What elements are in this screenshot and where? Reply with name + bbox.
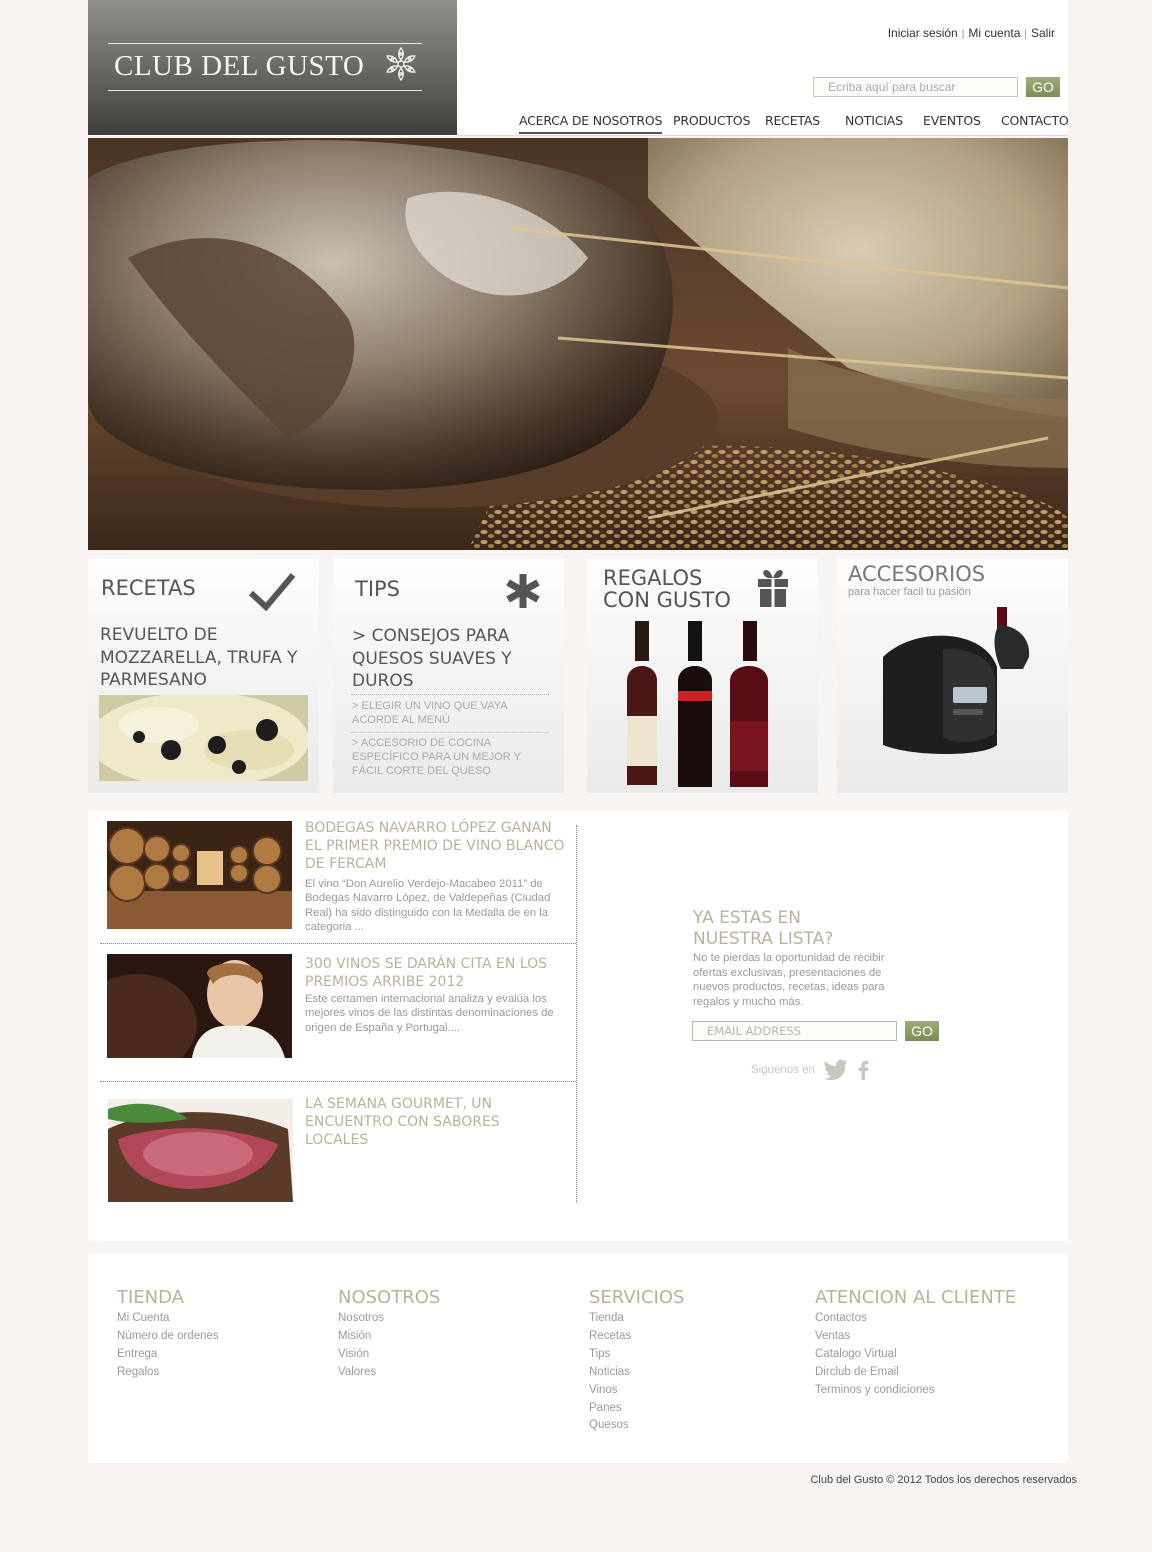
nav-item-acerca[interactable]: ACERCA DE NOSOTROS <box>519 113 662 134</box>
site-header: CLUB DEL GUSTO Iniciar sesión | Mi cuenta |… <box>88 0 1069 136</box>
nav-divider <box>457 135 1068 136</box>
recipe-photo <box>99 695 308 781</box>
checkmark-icon <box>248 573 296 611</box>
newsletter-body: No te pierdas la oportunidad de recibir … <box>693 952 885 1008</box>
site-footer: TIENDA Mi Cuenta Número de ordenes Entre… <box>88 1254 1068 1463</box>
footer-heading: TIENDA <box>117 1287 184 1308</box>
tips-headline[interactable]: > CONSEJOS PARA QUESOS SUAVES Y DUROS <box>352 625 552 693</box>
footer-link[interactable]: Contactos <box>815 1310 1016 1328</box>
footer-link[interactable]: Noticias <box>589 1364 684 1382</box>
footer-link[interactable]: Valores <box>338 1364 440 1382</box>
footer-column-servicios: SERVICIOS Tienda Recetas Tips Noticias V… <box>589 1288 684 1435</box>
card-recetas[interactable]: RECETAS REVUELTO DE MOZZARELLA, TRUFA Y … <box>88 559 319 793</box>
card-tips[interactable]: TIPS > CONSEJOS PARA QUESOS SUAVES Y DUR… <box>333 559 564 793</box>
news-divider <box>100 1081 576 1082</box>
card-title: RECETAS <box>101 576 196 600</box>
main-nav: ACERCA DE NOSOTROS PRODUCTOS RECETAS NOT… <box>519 113 1069 135</box>
nav-item-eventos[interactable]: EVENTOS <box>923 113 981 132</box>
news-image-barrels[interactable] <box>107 821 292 929</box>
login-link[interactable]: Iniciar sesión <box>888 26 958 40</box>
newsletter-title: YA ESTAS EN NUESTRA LISTA? <box>693 908 834 949</box>
search-button[interactable]: GO <box>1026 77 1060 97</box>
search-input[interactable] <box>813 77 1018 97</box>
footer-link[interactable]: Quesos <box>589 1417 684 1435</box>
news-section: BODEGAS NAVARRO LÓPEZ GANAN EL PRIMER PR… <box>88 811 1068 1241</box>
nav-item-noticias[interactable]: NOTICIAS <box>845 113 903 132</box>
footer-link[interactable]: Misión <box>338 1328 440 1346</box>
card-title-line1: REGALOS <box>603 566 703 590</box>
footer-link[interactable]: Vinos <box>589 1382 684 1400</box>
footer-link[interactable]: Número de ordenes <box>117 1328 219 1346</box>
footer-link[interactable]: Entrega <box>117 1346 219 1364</box>
news-body: El vino “Don Aurelio Verdejo-Macabeo 201… <box>305 878 551 933</box>
gift-icon <box>758 570 788 607</box>
hero-banner <box>88 138 1068 550</box>
footer-link[interactable]: Dirclub de Email <box>815 1364 1016 1382</box>
footer-column-atencion: ATENCION AL CLIENTE Contactos Ventas Cat… <box>815 1288 1016 1400</box>
footer-link[interactable]: Ventas <box>815 1328 1016 1346</box>
nav-item-productos[interactable]: PRODUCTOS <box>673 113 750 132</box>
card-title: ACCESORIOS <box>848 562 986 586</box>
footer-heading: ATENCION AL CLIENTE <box>815 1287 1017 1308</box>
news-title[interactable]: BODEGAS NAVARRO LÓPEZ GANAN EL PRIMER PR… <box>305 819 565 873</box>
tips-link-accesorio[interactable]: > ACCESORIO DE COCINA ESPECÍFICO PARA UN… <box>352 736 550 778</box>
footer-link[interactable]: Visión <box>338 1346 440 1364</box>
footer-link[interactable]: Tienda <box>589 1310 684 1328</box>
logo-rule-top <box>108 43 422 44</box>
user-links: Iniciar sesión | Mi cuenta | Salir <box>888 26 1055 40</box>
asterisk-icon <box>506 574 540 608</box>
card-title-line2: CON GUSTO <box>603 588 731 612</box>
footer-column-nosotros: NOSOTROS Nosotros Misión Visión Valores <box>338 1288 440 1382</box>
wine-bottles-photo <box>627 621 768 787</box>
email-input[interactable] <box>692 1021 897 1041</box>
footer-link[interactable]: Nosotros <box>338 1310 440 1328</box>
snowflake-icon <box>385 47 417 81</box>
subscribe-button[interactable]: GO <box>905 1021 939 1041</box>
card-regalos[interactable]: REGALOS CON GUSTO <box>587 559 818 793</box>
news-title[interactable]: 300 VINOS SE DARÁN CITA EN LOS PREMIOS A… <box>305 955 565 991</box>
footer-link[interactable]: Recetas <box>589 1328 684 1346</box>
twitter-icon[interactable] <box>823 1059 849 1081</box>
footer-heading: SERVICIOS <box>589 1287 685 1308</box>
card-title: TIPS <box>355 577 401 601</box>
news-title[interactable]: LA SEMANA GOURMET, UN ENCUENTRO CON SABO… <box>305 1095 555 1149</box>
footer-link[interactable]: Tips <box>589 1346 684 1364</box>
facebook-icon[interactable] <box>856 1060 870 1080</box>
logo-rule-bottom <box>108 90 422 91</box>
follow-label: Siguenos en <box>751 1064 815 1076</box>
recipe-headline[interactable]: REVUELTO DE MOZZARELLA, TRUFA Y PARMESAN… <box>100 624 310 692</box>
divider <box>351 732 549 733</box>
footer-heading: NOSOTROS <box>338 1287 441 1308</box>
news-body: Este certamen internacional analiza y ev… <box>305 993 554 1034</box>
separator: | <box>961 29 965 40</box>
divider <box>351 694 549 695</box>
card-subtitle: para hacer facil tu pasión <box>848 586 971 598</box>
nav-item-contacto[interactable]: CONTACTO <box>1001 113 1069 132</box>
copyright: Club del Gusto © 2012 Todos los derechos… <box>810 1474 1077 1486</box>
column-divider <box>576 825 577 1203</box>
footer-link[interactable]: Regalos <box>117 1364 219 1382</box>
separator: | <box>1024 29 1027 40</box>
account-link[interactable]: Mi cuenta <box>968 26 1020 40</box>
news-image-chef[interactable] <box>107 954 292 1058</box>
footer-link[interactable]: Terminos y condiciones <box>815 1382 1016 1400</box>
tips-link-vino[interactable]: > ELEGIR UN VINO QUE VAYA ACORDE AL MENÚ <box>352 699 550 727</box>
bread-photo <box>88 138 1068 550</box>
wine-chiller-photo <box>883 607 1030 754</box>
footer-link[interactable]: Catalogo Virtual <box>815 1346 1016 1364</box>
card-accesorios[interactable]: ACCESORIOS para hacer facil tu pasión <box>837 559 1068 793</box>
logo[interactable]: CLUB DEL GUSTO <box>88 0 457 135</box>
news-divider <box>100 943 576 944</box>
footer-column-tienda: TIENDA Mi Cuenta Número de ordenes Entre… <box>117 1288 219 1382</box>
logout-link[interactable]: Salir <box>1031 26 1055 40</box>
news-image-roast[interactable] <box>108 1099 293 1202</box>
footer-link[interactable]: Panes <box>589 1400 684 1418</box>
logo-text: CLUB DEL GUSTO <box>114 50 365 82</box>
footer-link[interactable]: Mi Cuenta <box>117 1310 219 1328</box>
nav-item-recetas[interactable]: RECETAS <box>765 113 820 132</box>
